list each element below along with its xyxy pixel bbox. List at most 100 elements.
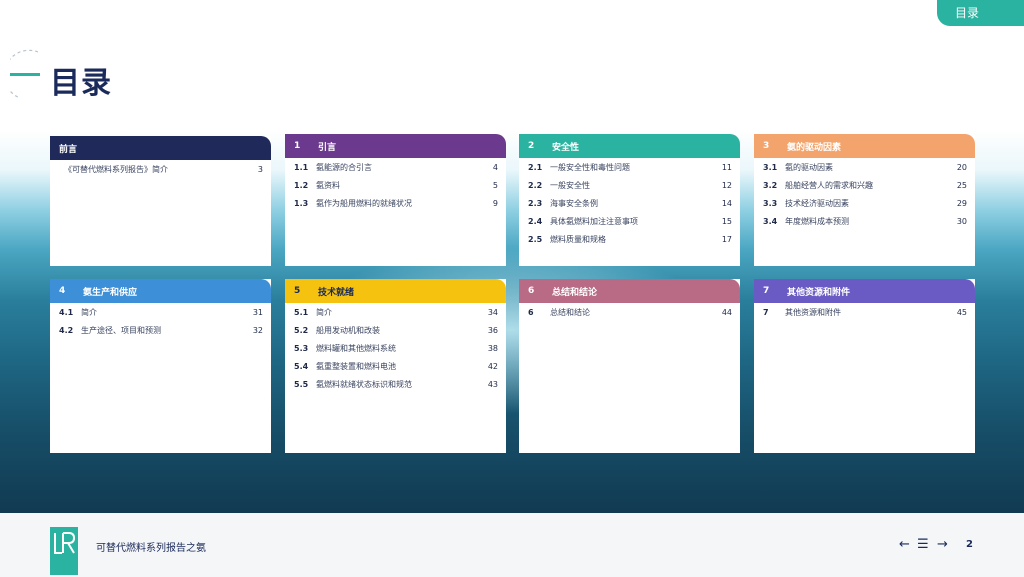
entry-text: 一般安全性 xyxy=(550,181,590,190)
section-card-3: 3 氨的驱动因素 3.1 氨的驱动因素 20 3.2 船舶经营人的需求和兴趣 2… xyxy=(754,134,975,266)
entry-text: 燃料质量和规格 xyxy=(550,235,606,244)
toc-entry[interactable]: 6 总结和结论 44 xyxy=(528,307,732,325)
toc-entry[interactable]: 1.3 氨作为船用燃料的就绪状况 9 xyxy=(294,198,498,216)
section-title: 前言 xyxy=(59,144,78,155)
section-header[interactable]: 前言 xyxy=(50,136,271,160)
toc-entry[interactable]: 2.1 一般安全性和毒性问题 11 xyxy=(528,162,732,180)
entry-page: 17 xyxy=(721,235,732,244)
toc-tab[interactable]: 目录 xyxy=(937,0,1024,26)
toc-entry[interactable]: 5.3 燃料罐和其他燃料系统 38 xyxy=(294,343,498,361)
toc-entry[interactable]: 5.1 简介 34 xyxy=(294,307,498,325)
entry-page: 34 xyxy=(487,308,498,317)
entry-number: 2.4 xyxy=(528,217,543,226)
toc-entry[interactable]: 3.2 船舶经营人的需求和兴趣 25 xyxy=(763,180,967,198)
section-header[interactable]: 3 氨的驱动因素 xyxy=(754,134,975,158)
toc-entry[interactable]: 1.1 氨能源的合引言 4 xyxy=(294,162,498,180)
entry-text: 其他资源和附件 xyxy=(785,308,841,317)
section-card-5: 5 技术就绪 5.1 简介 34 5.2 船用发动机和改装 36 5.3 燃料罐… xyxy=(285,279,506,453)
entry-page: 30 xyxy=(956,217,967,226)
entry-text: 燃料罐和其他燃料系统 xyxy=(316,344,396,353)
section-card-7: 7 其他资源和附件 7 其他资源和附件 45 xyxy=(754,279,975,453)
toc-entry[interactable]: 5.5 氨燃料就绪状态标识和规范 43 xyxy=(294,379,498,397)
section-header[interactable]: 7 其他资源和附件 xyxy=(754,279,975,303)
entry-number: 5.5 xyxy=(294,380,309,389)
section-header[interactable]: 4 氨生产和供应 xyxy=(50,279,271,303)
section-header[interactable]: 1 引言 xyxy=(285,134,506,158)
entry-text: 技术经济驱动因素 xyxy=(785,199,849,208)
entry-text: 氨能源的合引言 xyxy=(316,163,372,172)
section-number: 1 xyxy=(294,141,301,151)
toc-entry[interactable]: 2.4 具体氨燃料加注注意事项 15 xyxy=(528,216,732,234)
section-title: 氨生产和供应 xyxy=(83,287,138,298)
section-title: 氨的驱动因素 xyxy=(787,142,842,153)
entry-number: 1.3 xyxy=(294,199,309,208)
entry-number: 2.5 xyxy=(528,235,543,244)
entry-text: 简介 xyxy=(316,308,332,317)
toc-entry[interactable]: 4.1 简介 31 xyxy=(59,307,263,325)
entry-page: 5 xyxy=(492,181,498,190)
section-number: 7 xyxy=(763,286,770,296)
toc-entry[interactable]: 3.4 年度燃料成本预测 30 xyxy=(763,216,967,234)
entry-page: 31 xyxy=(252,308,263,317)
entry-text: 氨的驱动因素 xyxy=(785,163,833,172)
toc-entry[interactable]: 1.2 氨资料 5 xyxy=(294,180,498,198)
section-card-preface: 前言 《可替代燃料系列报告》简介 3 xyxy=(50,136,271,266)
entry-page: 38 xyxy=(487,344,498,353)
section-header[interactable]: 6 总结和结论 xyxy=(519,279,740,303)
toc-entry[interactable]: 5.4 氨重整装置和燃料电池 42 xyxy=(294,361,498,379)
section-header[interactable]: 2 安全性 xyxy=(519,134,740,158)
entry-text: 简介 xyxy=(81,308,97,317)
entry-text: 一般安全性和毒性问题 xyxy=(550,163,630,172)
document-title: 可替代燃料系列报告之氨 xyxy=(96,543,206,554)
toc-entry[interactable]: 5.2 船用发动机和改装 36 xyxy=(294,325,498,343)
section-title: 引言 xyxy=(318,142,337,153)
arrow-left-icon[interactable]: ← xyxy=(899,537,910,552)
entry-page: 3 xyxy=(257,165,263,174)
section-header[interactable]: 5 技术就绪 xyxy=(285,279,506,303)
toc-entry[interactable]: 《可替代燃料系列报告》简介 3 xyxy=(64,164,263,182)
entry-page: 32 xyxy=(252,326,263,335)
entry-page: 20 xyxy=(956,163,967,172)
entry-text: 《可替代燃料系列报告》简介 xyxy=(64,165,168,174)
entry-text: 年度燃料成本预测 xyxy=(785,217,849,226)
section-title: 安全性 xyxy=(552,142,580,153)
entry-page: 43 xyxy=(487,380,498,389)
toc-entry[interactable]: 2.5 燃料质量和规格 17 xyxy=(528,234,732,252)
entry-number: 3.1 xyxy=(763,163,778,172)
toc-entry[interactable]: 4.2 生产途径、项目和预测 32 xyxy=(59,325,263,343)
entry-text: 氨资料 xyxy=(316,181,340,190)
section-card-4: 4 氨生产和供应 4.1 简介 31 4.2 生产途径、项目和预测 32 xyxy=(50,279,271,453)
section-number: 4 xyxy=(59,286,66,296)
entry-page: 44 xyxy=(721,308,732,317)
entry-text: 海事安全条例 xyxy=(550,199,598,208)
section-title: 总结和结论 xyxy=(552,287,598,298)
toc-entry[interactable]: 2.2 一般安全性 12 xyxy=(528,180,732,198)
entry-text: 船用发动机和改装 xyxy=(316,326,380,335)
entry-text: 氨重整装置和燃料电池 xyxy=(316,362,396,371)
entry-number: 2.1 xyxy=(528,163,543,172)
entry-page: 11 xyxy=(721,163,732,172)
entry-text: 氨燃料就绪状态标识和规范 xyxy=(316,380,412,389)
page-title: 目录 xyxy=(50,66,112,101)
toc-entry[interactable]: 2.3 海事安全条例 14 xyxy=(528,198,732,216)
entry-number: 3.2 xyxy=(763,181,778,190)
toc-entry[interactable]: 3.3 技术经济驱动因素 29 xyxy=(763,198,967,216)
entry-page: 36 xyxy=(487,326,498,335)
toc-entry[interactable]: 3.1 氨的驱动因素 20 xyxy=(763,162,967,180)
entry-number: 1.1 xyxy=(294,163,309,172)
entry-number: 5.3 xyxy=(294,344,309,353)
section-number: 5 xyxy=(294,286,301,296)
toc-entry[interactable]: 7 其他资源和附件 45 xyxy=(763,307,967,325)
compass-arc-icon xyxy=(10,49,40,99)
menu-icon[interactable]: ☰ xyxy=(917,537,929,552)
entry-number: 4.1 xyxy=(59,308,74,317)
entry-page: 45 xyxy=(956,308,967,317)
entry-number: 3.4 xyxy=(763,217,778,226)
arrow-right-icon[interactable]: → xyxy=(937,537,948,552)
entry-text: 总结和结论 xyxy=(550,308,590,317)
entry-number: 5.1 xyxy=(294,308,309,317)
entry-page: 25 xyxy=(956,181,967,190)
section-title: 其他资源和附件 xyxy=(787,287,851,298)
entry-number: 2.3 xyxy=(528,199,543,208)
entry-page: 9 xyxy=(492,199,498,208)
